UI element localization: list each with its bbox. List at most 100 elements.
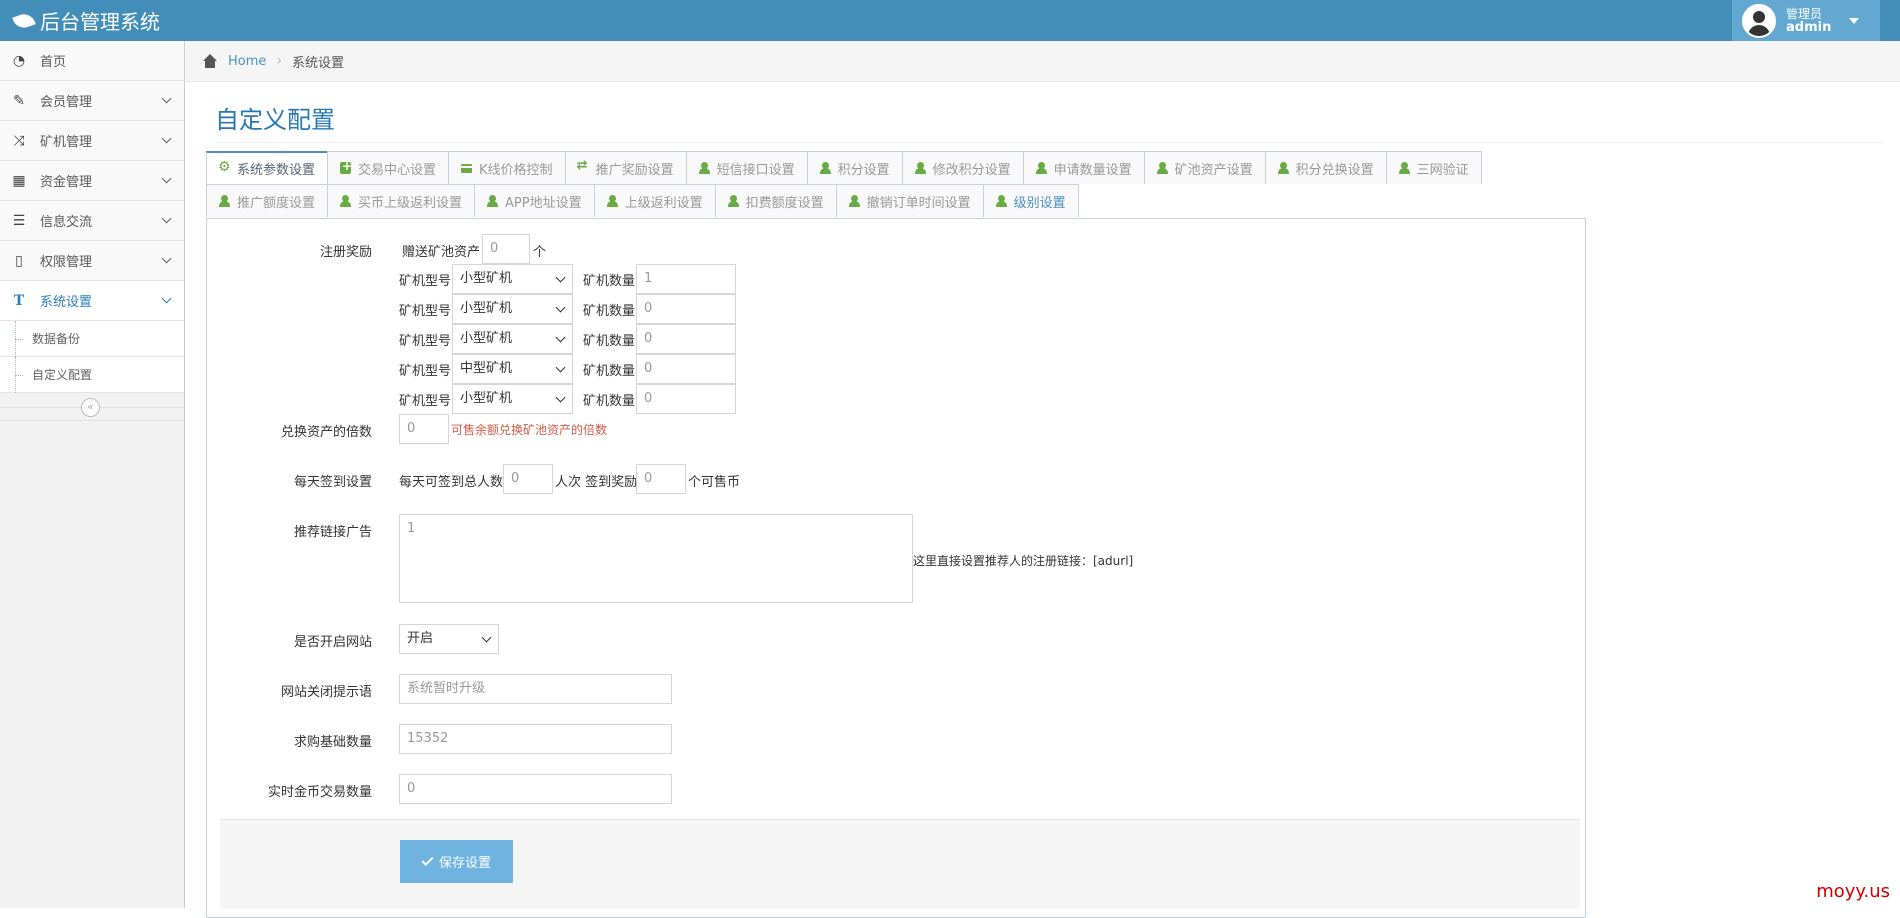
- machine-model-select[interactable]: 中型矿机: [452, 354, 573, 384]
- file-icon: ▯: [10, 253, 28, 269]
- chevron-down-icon: [162, 134, 172, 144]
- close-msg-input[interactable]: 系统暂时升级: [399, 674, 672, 704]
- tab-buy-rebate[interactable]: 买币上级返利设置: [327, 184, 475, 217]
- machine-count-input[interactable]: 0: [636, 384, 736, 414]
- tab-label: 交易中心设置: [358, 159, 436, 178]
- tab-three-network[interactable]: 三网验证: [1386, 151, 1482, 184]
- signin-suffix-text: 个可售币: [688, 471, 740, 490]
- machine-model-label: 矿机型号: [399, 390, 451, 409]
- sidebar-subitem-backup[interactable]: 数据备份: [0, 321, 184, 357]
- machine-model-label: 矿机型号: [399, 300, 451, 319]
- signin-total-input[interactable]: 0: [503, 464, 553, 494]
- machine-model-select[interactable]: 小型矿机: [452, 294, 573, 324]
- sidebar-collapse-bar: «: [0, 393, 184, 421]
- check-icon: [421, 853, 433, 865]
- brand[interactable]: 后台管理系统: [14, 6, 160, 35]
- tab-label: 上级返利设置: [625, 192, 703, 211]
- exchange-multiple-input[interactable]: 0: [399, 414, 449, 444]
- machine-count-input[interactable]: 1: [636, 264, 736, 294]
- tab-sms-api[interactable]: 短信接口设置: [686, 151, 808, 184]
- machine-count-label: 矿机数量: [583, 390, 635, 409]
- tab-fee-quota[interactable]: 扣费额度设置: [715, 184, 837, 217]
- page-title: 自定义配置: [215, 96, 1884, 135]
- tab-label: 系统参数设置: [237, 159, 315, 178]
- tab-cancel-order-time[interactable]: 撤销订单时间设置: [836, 184, 984, 217]
- home-icon: [202, 54, 218, 68]
- exchange-hint: 可售余额兑换矿池资产的倍数: [451, 421, 607, 438]
- machine-count-input[interactable]: 0: [636, 324, 736, 354]
- tab-label: 买币上级返利设置: [358, 192, 462, 211]
- sidebar-item-members[interactable]: ✎ 会员管理: [0, 81, 184, 121]
- exchange-icon: [578, 162, 589, 174]
- breadcrumb-home-link[interactable]: Home: [228, 54, 266, 69]
- sidebar-item-label: 系统设置: [40, 291, 92, 310]
- signin-reward-input[interactable]: 0: [636, 464, 686, 494]
- tab-points-exchange[interactable]: 积分兑换设置: [1265, 151, 1387, 184]
- page-header: 自定义配置: [215, 96, 1884, 143]
- tab-system-params[interactable]: 系统参数设置: [206, 151, 328, 184]
- tab-label: 级别设置: [1014, 192, 1066, 211]
- machine-count-input[interactable]: 0: [636, 354, 736, 384]
- tab-promo-quota[interactable]: 推广额度设置: [206, 184, 328, 217]
- sidebar-item-label: 资金管理: [40, 171, 92, 190]
- tab-trade-center[interactable]: 交易中心设置: [327, 151, 449, 184]
- machine-count-label: 矿机数量: [583, 330, 635, 349]
- buy-base-input[interactable]: 15352: [399, 724, 672, 754]
- tab-promo-reward[interactable]: 推广奖励设置: [565, 151, 687, 184]
- pool-suffix-text: 个: [533, 241, 546, 260]
- tab-app-address[interactable]: APP地址设置: [474, 184, 595, 217]
- gears-icon: [219, 163, 230, 175]
- form-actions: 保存设置: [220, 819, 1580, 909]
- sidebar-subitem-label: 自定义配置: [32, 366, 92, 383]
- tab-kline-price[interactable]: K线价格控制: [448, 151, 566, 184]
- machine-count-label: 矿机数量: [583, 300, 635, 319]
- sidebar-item-permissions[interactable]: ▯ 权限管理: [0, 241, 184, 281]
- ad-textarea[interactable]: 1: [399, 514, 913, 603]
- tab-label: 积分设置: [838, 159, 890, 178]
- tab-edit-points[interactable]: 修改积分设置: [902, 151, 1024, 184]
- tab-label: APP地址设置: [505, 192, 582, 211]
- user-menu[interactable]: 管理员 admin: [1732, 0, 1880, 41]
- tab-upline-rebate[interactable]: 上级返利设置: [594, 184, 716, 217]
- machine-model-label: 矿机型号: [399, 360, 451, 379]
- ad-hint: 这里直接设置推荐人的注册链接：[adurl]: [913, 552, 1133, 569]
- sidebar-item-label: 会员管理: [40, 91, 92, 110]
- machine-count-label: 矿机数量: [583, 360, 635, 379]
- site-open-select[interactable]: 开启: [399, 624, 499, 654]
- close-msg-label: 网站关闭提示语: [247, 681, 372, 700]
- sidebar-item-funds[interactable]: ▦ 资金管理: [0, 161, 184, 201]
- machine-model-select[interactable]: 小型矿机: [452, 384, 573, 414]
- chevron-down-icon: [162, 174, 172, 184]
- realtime-input[interactable]: 0: [399, 774, 672, 804]
- sidebar-item-settings[interactable]: T 系统设置: [0, 281, 184, 321]
- pool-assets-input[interactable]: 0: [482, 234, 530, 264]
- tab-label: 三网验证: [1417, 159, 1469, 178]
- sidebar-item-label: 权限管理: [40, 251, 92, 270]
- double-chevron-left-icon[interactable]: «: [81, 398, 100, 417]
- tab-label: 短信接口设置: [717, 159, 795, 178]
- user-icon: [820, 162, 831, 174]
- machine-model-select[interactable]: 小型矿机: [452, 264, 573, 294]
- user-icon: [915, 162, 926, 174]
- chevron-down-icon: [162, 254, 172, 264]
- machine-model-label: 矿机型号: [399, 270, 451, 289]
- sidebar: ◔ 首页 ✎ 会员管理 ⤨ 矿机管理 ▦ 资金管理 ☰ 信息交流 ▯ 权限管理 …: [0, 41, 185, 908]
- machine-model-select[interactable]: 小型矿机: [452, 324, 573, 354]
- user-icon: [849, 195, 860, 207]
- tab-label: K线价格控制: [479, 159, 553, 178]
- plus-square-icon: [340, 162, 351, 174]
- sidebar-item-miners[interactable]: ⤨ 矿机管理: [0, 121, 184, 161]
- tab-apply-count[interactable]: 申请数量设置: [1023, 151, 1145, 184]
- user-icon: [607, 195, 618, 207]
- sidebar-item-messages[interactable]: ☰ 信息交流: [0, 201, 184, 241]
- buy-base-label: 求购基础数量: [247, 731, 372, 750]
- sidebar-item-home[interactable]: ◔ 首页: [0, 41, 184, 81]
- save-button[interactable]: 保存设置: [400, 840, 513, 883]
- tab-points[interactable]: 积分设置: [807, 151, 903, 184]
- tab-level[interactable]: 级别设置: [983, 184, 1079, 217]
- machine-count-input[interactable]: 0: [636, 294, 736, 324]
- main-content: Home › 系统设置 自定义配置 系统参数设置 交易中心设置 K线价格控制 推…: [186, 41, 1900, 908]
- leaf-icon: [12, 11, 36, 31]
- sidebar-subitem-custom-config[interactable]: 自定义配置: [0, 357, 184, 393]
- tab-pool-assets[interactable]: 矿池资产设置: [1144, 151, 1266, 184]
